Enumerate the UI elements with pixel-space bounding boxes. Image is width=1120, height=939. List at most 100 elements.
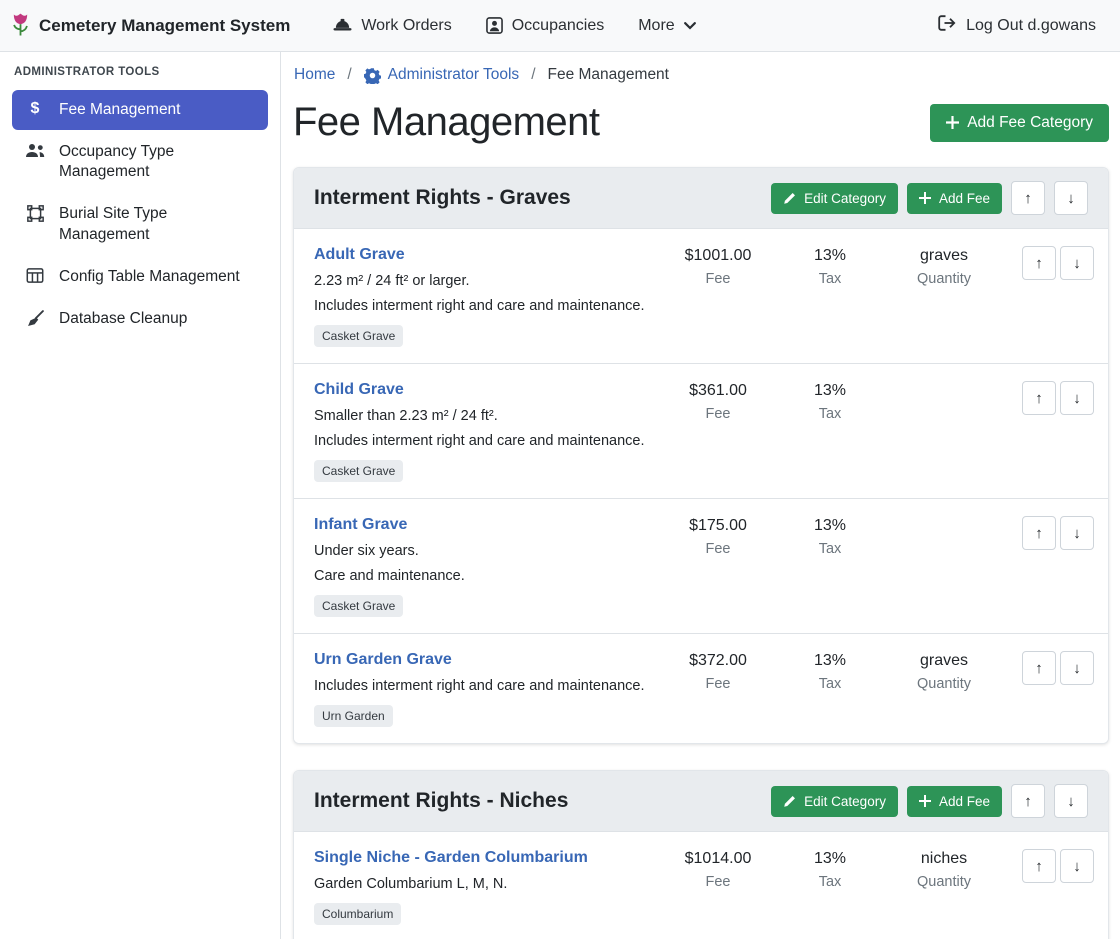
fee-tax-cell: 13% Tax	[782, 246, 878, 287]
move-fee-up-button[interactable]: ↑	[1022, 651, 1056, 685]
add-fee-category-label: Add Fee Category	[967, 114, 1093, 132]
fee-name-link[interactable]: Adult Grave	[314, 246, 405, 263]
nav-item-more[interactable]: More	[621, 17, 712, 35]
sidebar-item-fee-management[interactable]: $ Fee Management	[12, 90, 268, 130]
sidebar-item-label: Occupancy Type Management	[59, 142, 256, 182]
categories-container: Interment Rights - Graves Edit Category …	[293, 167, 1109, 939]
fee-row: Single Niche - Garden Columbarium Garden…	[294, 832, 1108, 939]
breadcrumb-separator: /	[531, 66, 535, 84]
main-content: Home / Administrator Tools / Fee Managem…	[281, 52, 1120, 939]
add-fee-category-button[interactable]: Add Fee Category	[930, 104, 1109, 142]
move-fee-down-button[interactable]: ↓	[1060, 516, 1094, 550]
move-fee-down-button[interactable]: ↓	[1060, 246, 1094, 280]
category-body: Single Niche - Garden Columbarium Garden…	[294, 832, 1108, 939]
fee-amount-label: Fee	[662, 541, 774, 557]
sidebar-item-burial-site-type-management[interactable]: Burial Site Type Management	[12, 194, 268, 254]
fee-amount: $1001.00	[662, 247, 774, 265]
add-fee-button[interactable]: Add Fee	[907, 786, 1002, 817]
fee-amount: $361.00	[662, 382, 774, 400]
move-fee-up-button[interactable]: ↑	[1022, 246, 1056, 280]
fee-name-link[interactable]: Single Niche - Garden Columbarium	[314, 849, 588, 866]
pencil-icon	[783, 795, 796, 808]
breadcrumb-separator: /	[347, 66, 351, 84]
breadcrumb-admin-tools-link[interactable]: Administrator Tools	[364, 66, 520, 84]
fee-amount-cell: $175.00 Fee	[662, 516, 774, 557]
move-category-up-button[interactable]: ↑	[1011, 181, 1045, 215]
fee-row-arrows: ↑ ↓	[1010, 849, 1094, 883]
arrow-down-icon: ↓	[1073, 390, 1081, 407]
fee-descriptions: 2.23 m² / 24 ft² or larger.Includes inte…	[314, 273, 654, 314]
breadcrumb-home-link[interactable]: Home	[294, 66, 335, 84]
move-fee-up-button[interactable]: ↑	[1022, 516, 1056, 550]
fee-type-badge: Casket Grave	[314, 460, 403, 482]
gear-icon	[364, 67, 381, 84]
move-fee-down-button[interactable]: ↓	[1060, 849, 1094, 883]
vector-square-icon	[24, 205, 46, 222]
app-brand[interactable]: Cemetery Management System	[10, 12, 290, 39]
fee-row-arrows: ↑ ↓	[1010, 246, 1094, 280]
fee-amount: $372.00	[662, 652, 774, 670]
nav-item-label: More	[638, 17, 674, 35]
fee-amount-label: Fee	[662, 406, 774, 422]
fee-type-badge: Casket Grave	[314, 595, 403, 617]
fee-row: Urn Garden Grave Includes interment righ…	[294, 633, 1108, 743]
move-fee-up-button[interactable]: ↑	[1022, 381, 1056, 415]
fee-description: Includes interment right and care and ma…	[314, 678, 654, 694]
move-fee-up-button[interactable]: ↑	[1022, 849, 1056, 883]
fee-tax-label: Tax	[782, 874, 878, 890]
fee-quantity: niches	[886, 850, 1002, 868]
arrow-up-icon: ↑	[1035, 525, 1043, 542]
fee-amount-label: Fee	[662, 874, 774, 890]
fee-tax-cell: 13% Tax	[782, 516, 878, 557]
sidebar-item-occupancy-type-management[interactable]: Occupancy Type Management	[12, 132, 268, 192]
category-title: Interment Rights - Graves	[314, 186, 571, 210]
fee-tax-label: Tax	[782, 676, 878, 692]
arrow-down-icon: ↓	[1067, 793, 1075, 810]
nav-item-label: Work Orders	[361, 17, 451, 35]
chevron-down-icon	[684, 22, 696, 30]
tulip-logo-icon	[10, 12, 31, 39]
fee-name-link[interactable]: Urn Garden Grave	[314, 651, 452, 668]
breadcrumb: Home / Administrator Tools / Fee Managem…	[293, 66, 1109, 84]
fee-descriptions: Includes interment right and care and ma…	[314, 678, 654, 694]
arrow-down-icon: ↓	[1067, 190, 1075, 207]
logout-button[interactable]: Log Out d.gowans	[938, 15, 1096, 36]
move-fee-down-button[interactable]: ↓	[1060, 651, 1094, 685]
fee-description: Smaller than 2.23 m² / 24 ft².	[314, 408, 654, 424]
move-category-up-button[interactable]: ↑	[1011, 784, 1045, 818]
move-category-down-button[interactable]: ↓	[1054, 784, 1088, 818]
brand-title: Cemetery Management System	[39, 16, 290, 36]
fee-quantity: graves	[886, 247, 1002, 265]
sidebar-item-config-table-management[interactable]: Config Table Management	[12, 257, 268, 297]
add-fee-label: Add Fee	[939, 794, 990, 809]
fee-quantity-cell: niches Quantity	[886, 849, 1002, 890]
fee-name-link[interactable]: Child Grave	[314, 381, 404, 398]
fee-amount-cell: $1001.00 Fee	[662, 246, 774, 287]
fee-description: Garden Columbarium L, M, N.	[314, 876, 654, 892]
sidebar-item-database-cleanup[interactable]: Database Cleanup	[12, 299, 268, 339]
plus-icon	[946, 116, 959, 129]
edit-category-button[interactable]: Edit Category	[771, 786, 898, 817]
nav-item-occupancies[interactable]: Occupancies	[469, 17, 622, 35]
fee-info: Infant Grave Under six years.Care and ma…	[314, 516, 654, 617]
fee-quantity-label: Quantity	[886, 676, 1002, 692]
nav-item-work-orders[interactable]: Work Orders	[316, 17, 468, 35]
table-icon	[24, 268, 46, 283]
add-fee-button[interactable]: Add Fee	[907, 183, 1002, 214]
fee-tax-cell: 13% Tax	[782, 651, 878, 692]
move-fee-down-button[interactable]: ↓	[1060, 381, 1094, 415]
move-category-down-button[interactable]: ↓	[1054, 181, 1088, 215]
hard-hat-icon	[333, 18, 352, 33]
people-icon	[24, 143, 46, 158]
fee-quantity-cell: graves Quantity	[886, 246, 1002, 287]
pencil-icon	[783, 192, 796, 205]
fee-amount: $175.00	[662, 517, 774, 535]
fee-tax: 13%	[782, 517, 878, 535]
edit-category-button[interactable]: Edit Category	[771, 183, 898, 214]
logout-icon	[938, 15, 957, 36]
fee-description: Care and maintenance.	[314, 568, 654, 584]
fee-info: Urn Garden Grave Includes interment righ…	[314, 651, 654, 727]
fee-name-link[interactable]: Infant Grave	[314, 516, 407, 533]
fee-quantity-label: Quantity	[886, 271, 1002, 287]
fee-amount: $1014.00	[662, 850, 774, 868]
